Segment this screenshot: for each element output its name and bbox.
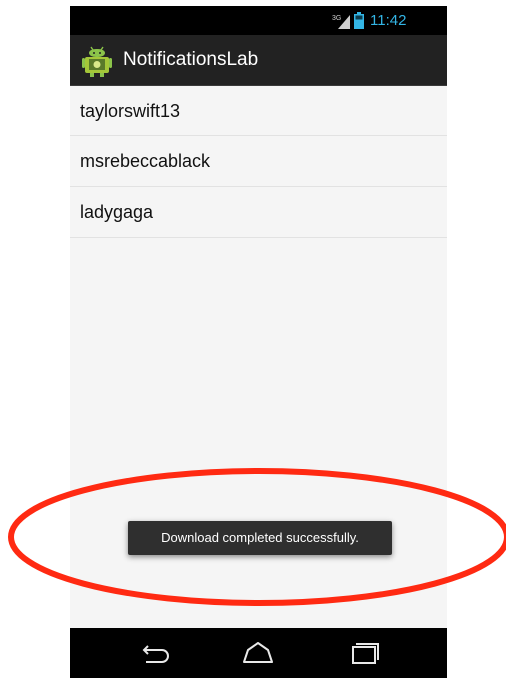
action-bar: NotificationsLab bbox=[70, 35, 447, 86]
battery-icon bbox=[354, 12, 364, 29]
navigation-bar bbox=[70, 628, 447, 678]
signal-icon: 3G bbox=[332, 15, 350, 29]
home-icon[interactable] bbox=[238, 638, 278, 668]
status-bar: 3G 11:42 bbox=[70, 6, 447, 35]
back-icon[interactable] bbox=[134, 638, 174, 668]
android-app-icon[interactable] bbox=[82, 45, 112, 77]
screenshot-stage: 3G 11:42 NotificationsLab taylorswift13 … bbox=[0, 0, 506, 679]
recent-apps-icon[interactable] bbox=[345, 638, 385, 668]
list-item[interactable]: taylorswift13 bbox=[70, 86, 447, 136]
user-list: taylorswift13 msrebeccablack ladygaga bbox=[70, 86, 447, 238]
status-time: 11:42 bbox=[370, 12, 407, 29]
list-item[interactable]: msrebeccablack bbox=[70, 136, 447, 187]
network-type-label: 3G bbox=[332, 15, 341, 22]
phone-screen: 3G 11:42 NotificationsLab taylorswift13 … bbox=[70, 6, 447, 678]
list-item[interactable]: ladygaga bbox=[70, 187, 447, 238]
app-title: NotificationsLab bbox=[123, 49, 259, 70]
toast-message: Download completed successfully. bbox=[128, 521, 392, 555]
